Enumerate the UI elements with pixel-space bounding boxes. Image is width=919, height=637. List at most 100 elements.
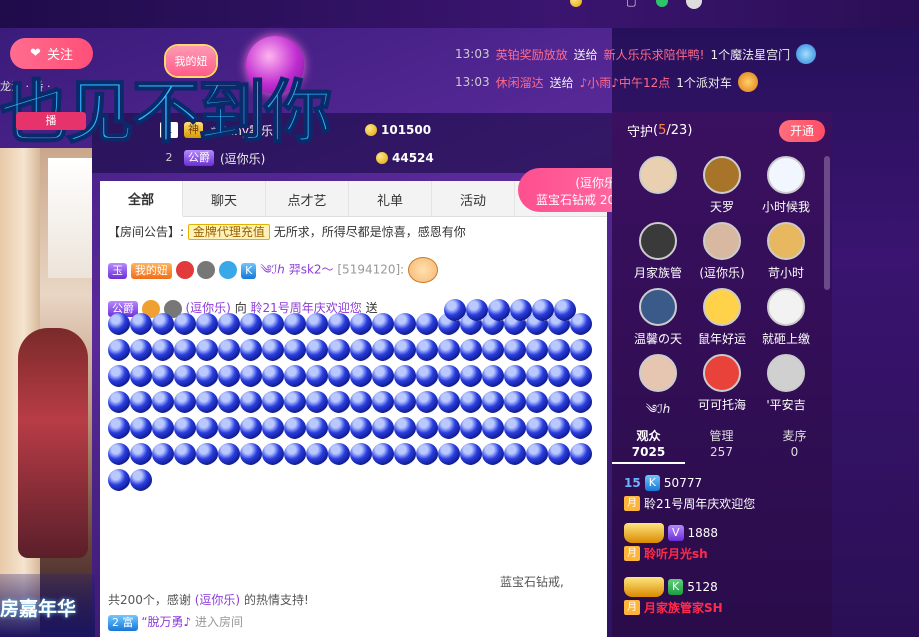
sapphire-ring-icon <box>460 339 482 361</box>
sapphire-ring-icon <box>350 339 372 361</box>
sapphire-ring-icon <box>526 443 548 465</box>
sapphire-ring-icon <box>416 391 438 413</box>
coin-balance[interactable] <box>570 0 582 8</box>
open-guard-button[interactable]: 开通 <box>779 120 825 142</box>
ticker-line: 13:03 休闲溜达 送给 ♪小雨♪中午12点 1个派对车 <box>455 68 833 96</box>
sapphire-ring-icon <box>394 339 416 361</box>
chat-username[interactable]: ༄ℐℎ 羿sk2～ <box>260 263 333 277</box>
sapphire-ring-icon <box>174 313 196 335</box>
ticker-target[interactable]: 新人乐乐求陪伴鸭! <box>604 46 705 63</box>
tab-mic-queue[interactable]: 麦序 0 <box>758 424 831 464</box>
guard-member[interactable]: 小时候我 <box>754 156 818 220</box>
sapphire-ring-icon <box>416 443 438 465</box>
audience-row[interactable]: K 5128 月月家族管家SH <box>612 577 822 634</box>
guard-member[interactable]: ༄ℐℎ <box>626 354 690 418</box>
guard-member[interactable] <box>626 156 690 220</box>
guard-avatar <box>639 288 677 326</box>
guard-member[interactable]: '平安吉 <box>754 354 818 418</box>
sapphire-ring-icon <box>130 365 152 387</box>
tab-all[interactable]: 全部 <box>100 181 183 217</box>
sapphire-ring-icon <box>218 365 240 387</box>
follow-button[interactable]: ❤ 关注 <box>10 38 93 69</box>
guard-title: 守护 <box>627 124 654 140</box>
sapphire-ring-icon <box>482 391 504 413</box>
sapphire-ring-icon <box>218 313 240 335</box>
sapphire-ring-icon <box>218 391 240 413</box>
rank-value: 44524 <box>376 151 434 165</box>
guard-member[interactable]: 可可托海 <box>690 354 754 418</box>
thanks-user[interactable]: (逗你乐) <box>195 593 240 607</box>
sapphire-ring-icon <box>460 365 482 387</box>
guard-scrollbar[interactable] <box>824 156 830 290</box>
avatar[interactable] <box>686 0 702 9</box>
sapphire-ring-icon <box>262 365 284 387</box>
emoji-icon <box>408 257 439 283</box>
event-banner[interactable]: 房嘉年华 <box>0 574 95 637</box>
sapphire-ring-icon <box>548 443 570 465</box>
guard-member[interactable]: 鼠年好运 <box>690 288 754 352</box>
guard-avatar <box>703 288 741 326</box>
user-number: 1888 <box>687 526 719 540</box>
guard-member[interactable]: 月家族管 <box>626 222 690 286</box>
chat-message: 玉 我的妞 K ༄ℐℎ 羿sk2～ [5194120]: <box>108 257 598 283</box>
user-name: 聆听月光sh <box>644 546 708 561</box>
sapphire-ring-icon <box>174 417 196 439</box>
wealth-tag: 2 富 <box>108 615 138 631</box>
sapphire-ring-icon <box>504 339 526 361</box>
sapphire-ring-icon <box>438 365 460 387</box>
sapphire-ring-icon <box>350 391 372 413</box>
sapphire-ring-icon <box>438 443 460 465</box>
sapphire-ring-icon <box>262 339 284 361</box>
tab-admin[interactable]: 管理 257 <box>685 424 758 464</box>
enter-user[interactable]: “脫万勇♪ <box>141 615 191 629</box>
sapphire-ring-icon <box>570 339 592 361</box>
guard-avatar <box>639 222 677 260</box>
sapphire-ring-icon <box>152 391 174 413</box>
sapphire-ring-icon <box>482 365 504 387</box>
audience-row[interactable]: V 1888 月聆听月光sh <box>612 523 822 580</box>
status-icon[interactable] <box>656 0 668 8</box>
guard-name: 月家族管 <box>633 266 682 280</box>
sapphire-ring-icon <box>218 417 240 439</box>
guard-name: 可可托海 <box>697 398 746 412</box>
ticker-target[interactable]: ♪小雨♪中午12点 <box>580 74 671 91</box>
guard-member[interactable]: 苛小时 <box>754 222 818 286</box>
sapphire-ring-icon <box>306 443 328 465</box>
sapphire-ring-icon <box>284 313 306 335</box>
magic-gate-icon <box>796 44 817 64</box>
sapphire-ring-icon <box>306 339 328 361</box>
tab-activity[interactable]: 活动 <box>432 181 515 217</box>
ticker-sender[interactable]: 英铂奖励放放 <box>496 46 568 63</box>
tab-gift-list[interactable]: 礼单 <box>349 181 432 217</box>
guard-avatar <box>767 288 805 326</box>
guard-member[interactable]: 温馨の天 <box>626 288 690 352</box>
sapphire-ring-icon <box>262 443 284 465</box>
tab-chat[interactable]: 聊天 <box>183 181 266 217</box>
top-bar: ▢ <box>0 0 919 28</box>
guard-name: 苛小时 <box>767 266 804 280</box>
sapphire-ring-icon <box>372 417 394 439</box>
guard-total: 23 <box>670 122 688 138</box>
sapphire-ring-icon <box>548 365 570 387</box>
guard-member[interactable]: 天罗 <box>690 156 754 220</box>
deco-badge: 我的妞 <box>166 46 216 76</box>
sapphire-ring-icon <box>504 391 526 413</box>
guard-member[interactable]: (逗你乐) <box>690 222 754 286</box>
ticker-gift: 1个魔法星宫门 <box>710 47 791 62</box>
guard-member[interactable]: 就砸上缴 <box>754 288 818 352</box>
sapphire-ring-icon <box>504 365 526 387</box>
audience-row[interactable]: 15 K 50777 月聆21号周年庆欢迎您 <box>612 474 822 530</box>
sapphire-ring-icon <box>350 365 372 387</box>
sapphire-ring-icon <box>174 443 196 465</box>
v-badge: V <box>668 525 684 541</box>
sapphire-ring-icon <box>152 443 174 465</box>
video-feed[interactable] <box>0 148 92 637</box>
notice-tag[interactable]: 金牌代理充值 <box>187 224 270 240</box>
month-badge: 月 <box>624 599 640 615</box>
sapphire-ring-icon <box>306 417 328 439</box>
tab-audience[interactable]: 观众 7025 <box>612 424 685 464</box>
sapphire-ring-icon <box>284 365 306 387</box>
ticker-sender[interactable]: 休闲溜达 <box>496 74 544 91</box>
gift-icon[interactable]: ▢ <box>626 0 636 8</box>
tab-talent[interactable]: 点才艺 <box>266 181 349 217</box>
